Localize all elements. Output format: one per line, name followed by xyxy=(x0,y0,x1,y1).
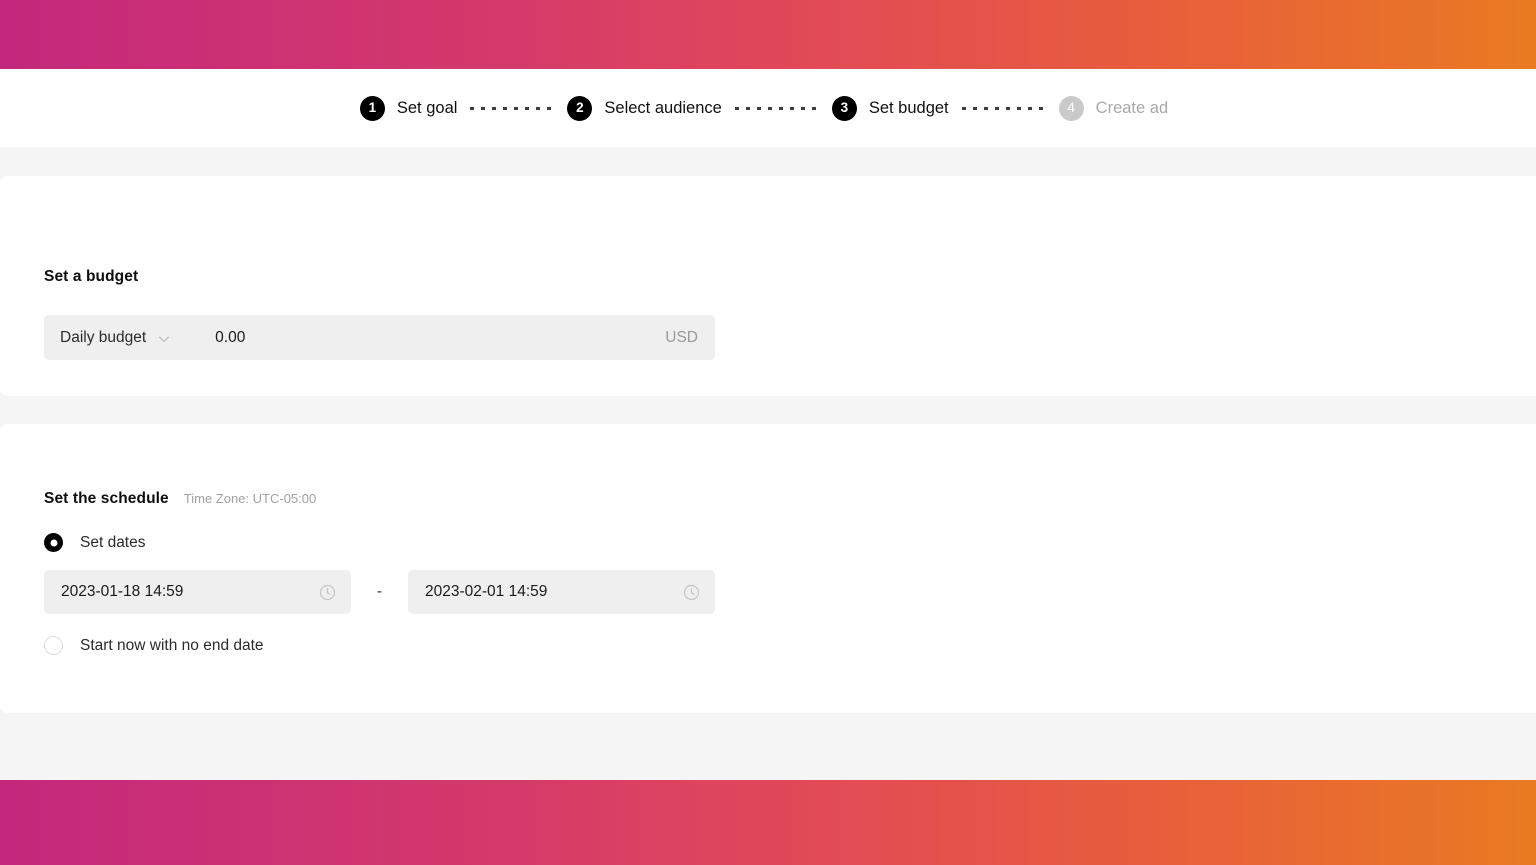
step-connector-2 xyxy=(734,106,819,110)
step-1-badge: 1 xyxy=(359,95,385,121)
step-4-label: Create ad xyxy=(1095,98,1169,117)
budget-currency-label: USD xyxy=(665,328,698,346)
clock-icon[interactable] xyxy=(319,584,336,601)
start-date-field[interactable] xyxy=(44,570,351,614)
radio-option-set-dates[interactable]: Set dates xyxy=(44,533,1536,552)
step-1-label: Set goal xyxy=(396,98,458,117)
chevron-down-icon xyxy=(158,332,170,344)
budget-input-row: Daily budget USD xyxy=(44,315,715,360)
step-create-ad[interactable]: 4 Create ad xyxy=(1058,95,1169,121)
clock-icon[interactable] xyxy=(683,584,700,601)
step-3-badge: 3 xyxy=(831,95,857,121)
ad-budget-schedule-page: 1 Set goal 2 Select audience 3 Set budge… xyxy=(0,0,1536,865)
step-2-label: Select audience xyxy=(604,98,722,117)
schedule-section-title: Set the schedule xyxy=(44,490,169,507)
radio-start-now-indicator[interactable] xyxy=(44,636,63,655)
step-4-badge: 4 xyxy=(1058,95,1084,121)
step-3-label: Set budget xyxy=(868,98,949,117)
timezone-label: Time Zone: UTC-05:00 xyxy=(183,491,317,506)
budget-card-inner: Set a budget Daily budget USD xyxy=(0,176,1536,360)
step-connector-1 xyxy=(470,106,555,110)
step-set-goal[interactable]: 1 Set goal xyxy=(359,95,458,121)
bottom-gradient-banner xyxy=(0,780,1536,865)
step-2-badge: 2 xyxy=(567,95,593,121)
budget-type-select[interactable]: Daily budget xyxy=(44,329,170,347)
content-area: Set a budget Daily budget USD xyxy=(0,147,1536,780)
budget-section-title: Set a budget xyxy=(44,268,139,285)
date-range-row: - xyxy=(44,570,1536,614)
radio-option-start-now[interactable]: Start now with no end date xyxy=(44,636,1536,655)
budget-card: Set a budget Daily budget USD xyxy=(0,176,1536,396)
start-date-input[interactable] xyxy=(61,583,319,601)
wizard-stepper-bar: 1 Set goal 2 Select audience 3 Set budge… xyxy=(0,69,1536,147)
budget-amount-input[interactable] xyxy=(215,328,666,347)
end-date-input[interactable] xyxy=(425,583,683,601)
schedule-header: Set the schedule Time Zone: UTC-05:00 xyxy=(44,424,1536,508)
step-select-audience[interactable]: 2 Select audience xyxy=(567,95,722,121)
schedule-card: Set the schedule Time Zone: UTC-05:00 Se… xyxy=(0,424,1536,713)
wizard-stepper: 1 Set goal 2 Select audience 3 Set budge… xyxy=(359,95,1169,121)
top-gradient-banner xyxy=(0,0,1536,69)
end-date-field[interactable] xyxy=(408,570,715,614)
budget-type-selected-label: Daily budget xyxy=(60,328,147,346)
date-range-separator: - xyxy=(376,583,383,600)
step-set-budget[interactable]: 3 Set budget xyxy=(831,95,949,121)
step-connector-3 xyxy=(961,106,1046,110)
schedule-card-inner: Set the schedule Time Zone: UTC-05:00 Se… xyxy=(0,424,1536,655)
radio-set-dates-label: Set dates xyxy=(80,533,146,551)
radio-start-now-label: Start now with no end date xyxy=(80,636,264,654)
radio-set-dates-indicator[interactable] xyxy=(44,533,63,552)
